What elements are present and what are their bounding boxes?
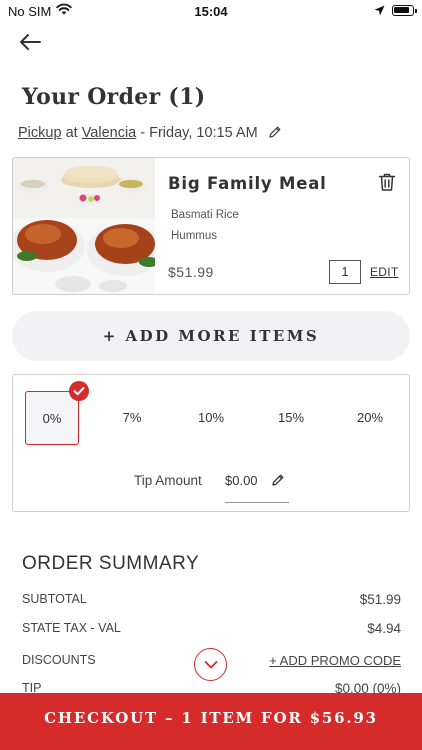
tip-amount-label: Tip Amount [134, 473, 202, 488]
back-button[interactable] [18, 32, 44, 54]
tip-option-7[interactable]: 7% [105, 391, 159, 445]
subtotal-label: SUBTOTAL [22, 592, 87, 606]
checkout-button[interactable]: CHECKOUT – 1 ITEM FOR $56.93 [0, 693, 422, 750]
quantity-input[interactable]: 1 [329, 260, 361, 284]
pickup-details: Pickup at Valencia - Friday, 10:15 AM [18, 125, 282, 143]
subtotal-value: $51.99 [359, 592, 401, 607]
battery-icon [392, 5, 417, 16]
tip-selector: 0% 7% 10% 15% 20% Tip Amount $0.00 [12, 374, 410, 512]
tip-option-20[interactable]: 20% [343, 391, 397, 445]
back-arrow-icon [20, 34, 41, 50]
chevron-down-icon [204, 661, 218, 669]
trash-icon [378, 173, 396, 191]
order-item-card: Big Family Meal Basmati Rice Hummus $51.… [12, 157, 410, 295]
expand-summary-button[interactable] [194, 648, 227, 681]
edit-item-link[interactable]: EDIT [370, 265, 399, 279]
add-more-items-button[interactable]: + ADD MORE ITEMS [12, 311, 410, 361]
meal-photo [13, 158, 155, 294]
item-price: $51.99 [168, 264, 214, 280]
selected-check-icon [69, 381, 89, 401]
discounts-label: DISCOUNTS [22, 653, 96, 667]
item-option: Hummus [171, 230, 218, 242]
item-name: Big Family Meal [168, 174, 327, 193]
location-arrow-icon [374, 5, 385, 16]
tip-option-15[interactable]: 15% [264, 391, 318, 445]
page-title: Your Order (1) [22, 84, 206, 110]
tax-value: $4.94 [367, 621, 401, 636]
tip-option-10[interactable]: 10% [184, 391, 238, 445]
status-bar: No SIM 15:04 [0, 0, 422, 24]
order-summary-title: ORDER SUMMARY [22, 553, 200, 574]
pickup-location-link[interactable]: Valencia [82, 125, 137, 141]
delete-item-button[interactable] [378, 172, 396, 197]
pickup-method-link[interactable]: Pickup [18, 125, 62, 141]
tax-label: STATE TAX - VAL [22, 621, 121, 635]
pickup-datetime: - Friday, 10:15 AM [136, 125, 258, 141]
clock: 15:04 [194, 4, 228, 19]
edit-tip-pencil-icon[interactable] [271, 473, 285, 492]
item-option: Basmati Rice [171, 209, 239, 221]
add-promo-code-link[interactable]: + ADD PROMO CODE [269, 653, 401, 668]
pickup-at-text: at [65, 125, 78, 141]
edit-pickup-pencil-icon[interactable] [268, 125, 282, 143]
